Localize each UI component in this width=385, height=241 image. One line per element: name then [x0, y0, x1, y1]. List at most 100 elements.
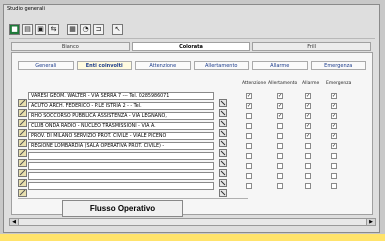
checkbox-allarme[interactable]: ✓: [305, 123, 311, 129]
document-icon[interactable]: ▤: [22, 23, 33, 35]
entity-field[interactable]: ACUTO ARCH. FEDERICO - P.LE ISTRIA 2 - -…: [28, 102, 214, 110]
row-edit-icon[interactable]: [18, 152, 27, 167]
entity-field[interactable]: [28, 172, 214, 180]
checkbox-allertamento[interactable]: [277, 163, 283, 169]
tab-enti-coinvolti[interactable]: Enti coinvolti: [76, 61, 132, 70]
checkbox-allarme[interactable]: ✓: [305, 93, 311, 99]
floppy-disk-icon[interactable]: ▣: [35, 23, 46, 35]
scroll-left-icon[interactable]: ◀: [10, 219, 19, 225]
row-edit-icon[interactable]: [18, 162, 27, 177]
checkbox-allertamento[interactable]: [277, 143, 283, 149]
row-lookup-icon[interactable]: [219, 152, 227, 167]
checkbox-allertamento[interactable]: [277, 173, 283, 179]
tab-allertamento[interactable]: Allertamento: [193, 61, 249, 70]
tools-icon[interactable]: ⊐: [93, 23, 104, 35]
row-edit-icon[interactable]: [18, 142, 27, 157]
horizontal-scrollbar[interactable]: ◀ ▶: [9, 218, 376, 226]
grid-icon[interactable]: ▦: [67, 23, 78, 35]
row-edit-icon[interactable]: [18, 122, 27, 137]
entity-field[interactable]: [28, 182, 214, 190]
checkbox-attenzione[interactable]: [246, 173, 252, 179]
flusso-operativo-button[interactable]: Flusso Operativo: [62, 200, 183, 217]
checkbox-emergenza[interactable]: ✓: [331, 93, 337, 99]
checkbox-allarme[interactable]: ✓: [305, 113, 311, 119]
row-edit-icon[interactable]: [18, 172, 27, 187]
checkbox-emergenza[interactable]: [331, 153, 337, 159]
entity-field[interactable]: REGIONE LOMBARDIA (SALA OPERATIVA PROT. …: [28, 142, 214, 150]
column-header-emergenza: Emergenza: [326, 81, 352, 86]
checkbox-allarme[interactable]: [305, 173, 311, 179]
checkbox-allertamento[interactable]: ✓: [277, 103, 283, 109]
tab-emergenza[interactable]: Emergenza: [310, 61, 366, 70]
main-window: Studio generali ■ ▤ ▣ ⇆ ▦ ◔ ⊐ ↖ Bianco C…: [3, 4, 380, 233]
window-title: Studio generali: [7, 6, 45, 12]
shield-arrow-icon[interactable]: ⇆: [48, 23, 59, 35]
checkbox-allarme[interactable]: [305, 163, 311, 169]
checkbox-attenzione[interactable]: [246, 143, 252, 149]
row-lookup-icon[interactable]: [219, 102, 227, 117]
checkbox-emergenza[interactable]: ✓: [331, 103, 337, 109]
entity-field[interactable]: [28, 152, 214, 160]
row-lookup-icon[interactable]: [219, 142, 227, 157]
checkbox-attenzione[interactable]: [246, 133, 252, 139]
toolbar: ■ ▤ ▣ ⇆ ▦ ◔ ⊐ ↖: [9, 22, 123, 36]
row-edit-icon[interactable]: [18, 132, 27, 147]
checkbox-allertamento[interactable]: ✓: [277, 93, 283, 99]
row-lookup-icon[interactable]: [219, 92, 227, 107]
checkbox-attenzione[interactable]: [246, 153, 252, 159]
checkbox-emergenza[interactable]: ✓: [331, 113, 337, 119]
content-panel: Generali Enti coinvolti Attenzione Aller…: [11, 52, 373, 217]
checkbox-attenzione[interactable]: [246, 163, 252, 169]
checkbox-emergenza[interactable]: [331, 173, 337, 179]
tab-colorata[interactable]: Colorata: [131, 42, 251, 51]
row-lookup-icon[interactable]: [219, 162, 227, 177]
checkbox-allertamento[interactable]: [277, 183, 283, 189]
tab-allarme[interactable]: Allarme: [252, 61, 308, 70]
main-tab-strip: Bianco Colorata Frill: [11, 42, 373, 51]
checkbox-allarme[interactable]: [305, 143, 311, 149]
entity-field[interactable]: RHO SOCCORSO PUBBLICA ASSISTENZA - VIA L…: [28, 112, 214, 120]
tab-frill[interactable]: Frill: [252, 42, 372, 51]
tab-attenzione[interactable]: Attenzione: [135, 61, 191, 70]
green-block-icon[interactable]: ■: [9, 23, 20, 35]
row-lookup-icon[interactable]: [219, 112, 227, 127]
entity-field[interactable]: VARESI GEOM. WALTER - VIA SERRA 7 --- Te…: [28, 92, 214, 100]
pointer-icon[interactable]: ↖: [112, 23, 123, 35]
row-edit-icon[interactable]: [18, 92, 27, 107]
checkbox-attenzione[interactable]: ✓: [246, 103, 252, 109]
row-lookup-icon[interactable]: [219, 172, 227, 187]
checkbox-allarme[interactable]: ✓: [305, 103, 311, 109]
checkbox-attenzione[interactable]: [246, 113, 252, 119]
entity-field[interactable]: [28, 162, 214, 170]
checkbox-emergenza[interactable]: ✓: [331, 133, 337, 139]
row-lookup-icon[interactable]: [219, 182, 227, 197]
checkbox-allertamento[interactable]: ✓: [277, 113, 283, 119]
entity-field[interactable]: CLUB ONDA RADIO - NUCLEO TRASMISSIONI - …: [28, 122, 214, 130]
checkbox-emergenza[interactable]: ✓: [331, 123, 337, 129]
checkbox-attenzione[interactable]: [246, 183, 252, 189]
row-edit-icon[interactable]: [18, 102, 27, 117]
pie-icon[interactable]: ◔: [80, 23, 91, 35]
checkbox-attenzione[interactable]: ✓: [246, 93, 252, 99]
entity-field[interactable]: PROV. DI MILANO SERVIZIO PROT. CIVILE - …: [28, 132, 214, 140]
checkbox-allertamento[interactable]: [277, 123, 283, 129]
checkbox-emergenza[interactable]: [331, 183, 337, 189]
checkbox-allarme[interactable]: ✓: [305, 133, 311, 139]
checkbox-allarme[interactable]: [305, 183, 311, 189]
row-edit-icon[interactable]: [18, 112, 27, 127]
checkbox-allertamento[interactable]: [277, 133, 283, 139]
checkbox-emergenza[interactable]: [331, 163, 337, 169]
checkbox-allertamento[interactable]: [277, 153, 283, 159]
scroll-right-icon[interactable]: ▶: [366, 219, 375, 225]
row-lookup-icon[interactable]: [219, 132, 227, 147]
row-edit-icon[interactable]: [18, 182, 27, 197]
checkbox-allarme[interactable]: [305, 153, 311, 159]
column-header-allertamento: Allertamento: [268, 81, 298, 86]
checkbox-emergenza[interactable]: ✓: [331, 143, 337, 149]
table-row: [18, 162, 368, 177]
tab-bianco[interactable]: Bianco: [11, 42, 130, 51]
tab-generali[interactable]: Generali: [18, 61, 74, 70]
table-row: RHO SOCCORSO PUBBLICA ASSISTENZA - VIA L…: [18, 112, 368, 127]
checkbox-attenzione[interactable]: [246, 123, 252, 129]
row-lookup-icon[interactable]: [219, 122, 227, 137]
